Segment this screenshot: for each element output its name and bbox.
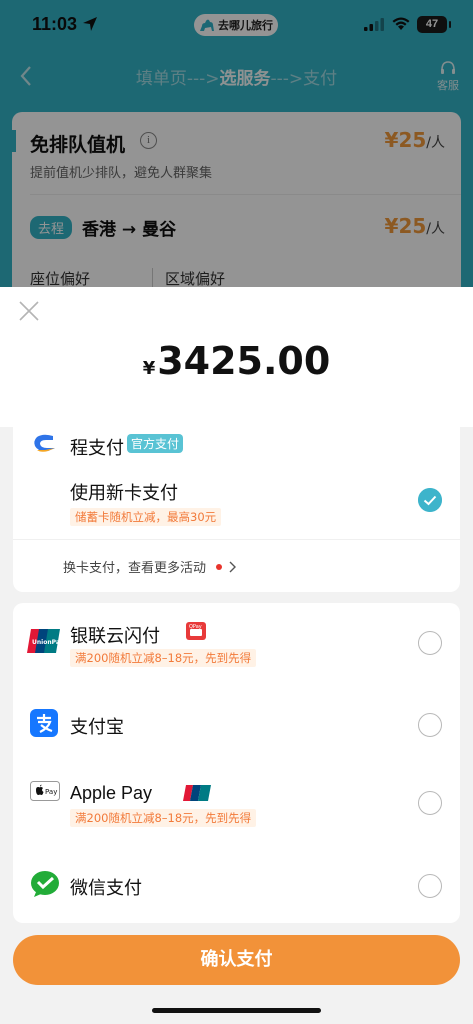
method-unionpay[interactable]: UnionPay 银联云闪付 QPay 满200随机立减8–18元，先到先得 (13, 603, 460, 683)
sheet-header: ¥3425.00 (0, 287, 473, 427)
ctrip-pay-card: 程支付 官方支付 使用新卡支付 储蓄卡随机立减，最高30元 换卡支付，查看更多活… (13, 427, 460, 592)
method-alipay[interactable]: 支付宝 (13, 695, 460, 755)
home-indicator[interactable] (152, 1008, 321, 1013)
promo-tag: 满200随机立减8–18元，先到先得 (70, 649, 257, 667)
applepay-radio[interactable] (418, 791, 442, 815)
payment-methods-card: UnionPay 银联云闪付 QPay 满200随机立减8–18元，先到先得 支… (13, 603, 460, 923)
currency-symbol: ¥ (142, 358, 156, 379)
close-icon[interactable] (18, 300, 40, 322)
alipay-name: 支付宝 (70, 717, 124, 738)
method-applepay[interactable]: Pay Apple Pay 满200随机立减8–18元，先到先得 (13, 763, 460, 843)
promo-tag: 储蓄卡随机立减，最高30元 (70, 508, 222, 526)
switch-card-link[interactable]: 换卡支付，查看更多活动 (63, 557, 237, 576)
switch-card-label: 换卡支付，查看更多活动 (63, 561, 207, 576)
svg-text:QPay: QPay (189, 624, 202, 630)
payment-sheet: ¥3425.00 程支付 官方支付 使用新卡支付 储蓄卡随机立减，最高30元 换… (0, 287, 473, 1024)
wechat-name: 微信支付 (70, 878, 142, 899)
unionpay-icon: UnionPay (27, 629, 61, 653)
modal-overlay[interactable] (0, 0, 473, 300)
svg-text:Pay: Pay (45, 788, 57, 796)
confirm-pay-button[interactable]: 确认支付 (13, 935, 460, 985)
new-card-option[interactable]: 使用新卡支付 (70, 479, 178, 505)
ctrip-pay-name: 程支付 (70, 438, 124, 459)
unionpay-mini-icon (183, 785, 211, 801)
amount-value: 3425.00 (157, 339, 331, 383)
official-pay-badge: 官方支付 (127, 434, 184, 453)
notification-dot (216, 563, 223, 570)
ctrip-pay-logo-icon (34, 434, 55, 452)
chevron-right-icon (229, 561, 237, 572)
apple-pay-icon: Pay (30, 781, 60, 801)
applepay-name: Apple Pay (70, 783, 153, 803)
promo-tag: 满200随机立减8–18元，先到先得 (70, 809, 257, 827)
alipay-icon (30, 709, 58, 737)
method-wechat[interactable]: 微信支付 (13, 855, 460, 915)
checkmark-selected-icon[interactable] (418, 488, 442, 512)
wechat-radio[interactable] (418, 874, 442, 898)
divider (13, 539, 460, 540)
alipay-radio[interactable] (418, 713, 442, 737)
wechat-pay-icon (31, 871, 59, 897)
payment-amount: ¥3425.00 (0, 339, 473, 383)
cloud-quickpass-badge-icon: QPay (186, 622, 206, 640)
unionpay-radio[interactable] (418, 631, 442, 655)
svg-text:UnionPay: UnionPay (32, 639, 61, 646)
unionpay-name: 银联云闪付 (70, 626, 160, 647)
